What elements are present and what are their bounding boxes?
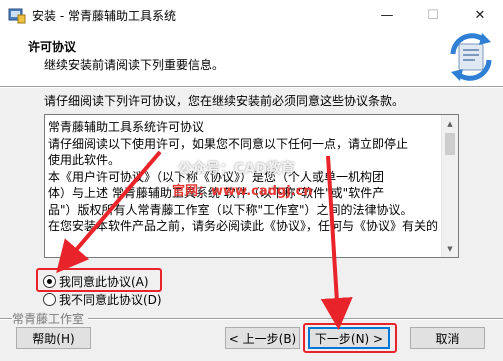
- back-button[interactable]: < 上一步(B): [225, 327, 300, 349]
- scroll-up-icon[interactable]: ▲: [442, 115, 458, 132]
- radio-unchecked-icon[interactable]: [43, 292, 56, 306]
- close-icon: ✕: [474, 7, 486, 23]
- scroll-down-icon[interactable]: ▼: [442, 240, 458, 257]
- license-line: 请仔细阅读以下使用许可，如果您不同意以下任何一点，请立即停止: [48, 136, 409, 151]
- license-line: 常青藤辅助工具系统许可协议: [48, 120, 205, 134]
- maximize-button[interactable]: ☐: [410, 0, 456, 30]
- accept-highlight-box: [36, 268, 162, 292]
- decline-agreement-radio[interactable]: 我不同意此协议(D): [43, 291, 162, 307]
- close-button[interactable]: ✕: [457, 0, 503, 30]
- page-subtitle: 继续安装前请阅读下列重要信息。: [44, 58, 225, 72]
- license-line: 在您安装本软件产品之前，请务必阅读此《协议》，任何与《协议》有关的: [48, 219, 439, 233]
- page-title: 许可协议: [28, 40, 77, 54]
- watermark-line-2: 官网：www.cadgj.cn: [172, 184, 313, 199]
- watermark-line-1: 公众号：CAD教育: [178, 161, 295, 177]
- window-title: 安装 - 常青藤辅助工具系统: [32, 9, 176, 23]
- company-label: 常青藤工作室: [12, 310, 89, 327]
- minimize-icon: —: [380, 7, 394, 23]
- help-button[interactable]: 帮助(H): [16, 327, 91, 349]
- minimize-button[interactable]: —: [364, 0, 410, 30]
- maximize-icon: ☐: [427, 7, 439, 23]
- license-scrollbar[interactable]: ▲ ▼: [441, 115, 458, 257]
- next-highlight-box: [303, 323, 397, 353]
- decline-agreement-label[interactable]: 我不同意此协议(D): [59, 291, 162, 308]
- cancel-button[interactable]: 取消: [410, 327, 485, 349]
- license-line: 品"）版权所有人常青藤工作室（以下称"工作室"）之间的法律协议。: [48, 202, 413, 217]
- scrollbar-thumb[interactable]: [445, 133, 455, 155]
- installer-app-icon: [8, 8, 26, 24]
- intro-text: 请仔细阅读下列许可协议，您在继续安装前必须同意这些协议条款。: [44, 94, 405, 108]
- title-bar: 安装 - 常青藤辅助工具系统 — ☐ ✕: [0, 0, 503, 30]
- refresh-sync-icon: [450, 33, 492, 81]
